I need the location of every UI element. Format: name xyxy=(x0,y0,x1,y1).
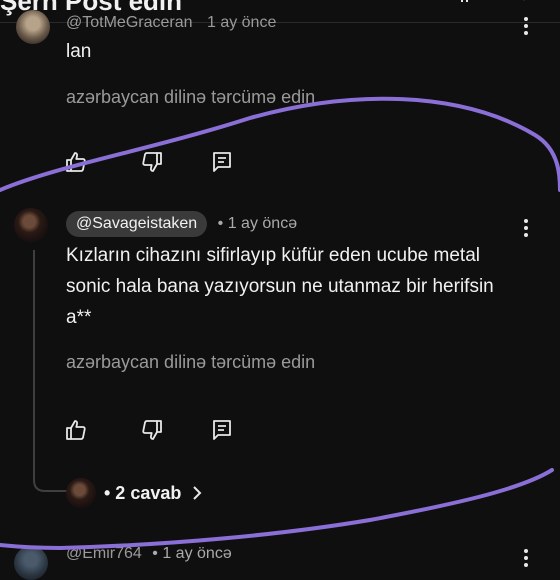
thread-line-curve xyxy=(33,464,67,492)
avatar[interactable] xyxy=(14,546,48,580)
comment-handle[interactable]: @Savageistaken xyxy=(66,211,208,237)
more-icon[interactable] xyxy=(518,216,534,240)
comment-text: Kızların cihazını sifirlayıp küfür eden … xyxy=(66,245,494,328)
dislike-icon[interactable] xyxy=(140,418,164,442)
like-icon[interactable] xyxy=(64,150,88,174)
more-icon[interactable] xyxy=(518,546,534,570)
comment-handle[interactable]: @TotMeGraceran 1 ay önce xyxy=(66,14,276,32)
reply-icon[interactable] xyxy=(210,150,234,174)
avatar[interactable] xyxy=(16,10,50,44)
thread-line xyxy=(33,250,35,468)
more-icon[interactable] xyxy=(518,14,534,38)
comment-handle[interactable]: @Emir764 xyxy=(66,545,142,562)
like-icon[interactable] xyxy=(64,418,88,442)
comment-header: @Savageistaken • 1 ay öncə xyxy=(66,211,297,237)
comment-time: • 1 ay öncə xyxy=(152,545,232,562)
reply-avatar[interactable] xyxy=(66,478,96,508)
comment-text: lan xyxy=(66,41,92,62)
chevron-right-icon xyxy=(192,484,202,505)
comment-header: @Emir764 • 1 ay öncə xyxy=(66,545,232,563)
header-menu-icon[interactable] xyxy=(458,0,482,16)
avatar[interactable] xyxy=(14,208,48,242)
translate-link[interactable]: azərbaycan dilinə tərcümə edin xyxy=(66,352,315,373)
view-replies-button[interactable]: • 2 cavab xyxy=(104,483,202,505)
reply-icon[interactable] xyxy=(210,418,234,442)
dislike-icon[interactable] xyxy=(140,150,164,174)
translate-link[interactable]: azərbaycan dilinə tərcümə edin xyxy=(66,87,315,108)
comment-time: • 1 ay öncə xyxy=(217,215,298,232)
